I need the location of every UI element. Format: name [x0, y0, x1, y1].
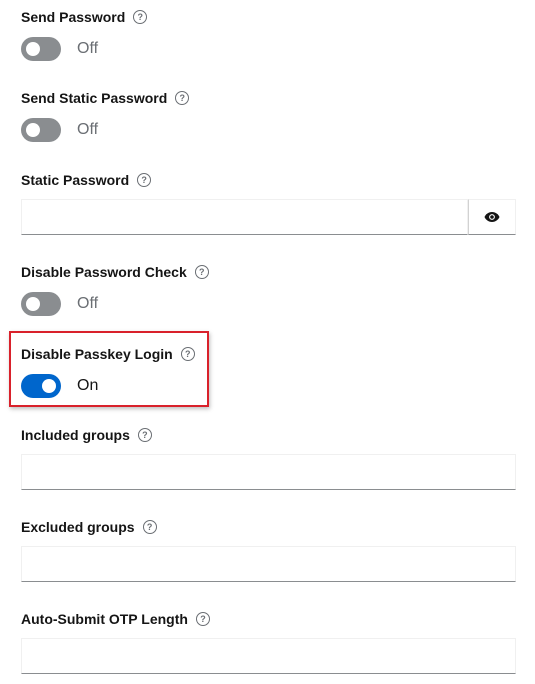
send-static-password-switch[interactable]: Off	[21, 118, 98, 142]
field-label-static-password: Static Password ?	[21, 170, 152, 190]
help-icon[interactable]: ?	[137, 173, 152, 187]
static-password-input-group	[21, 199, 516, 235]
field-label-included-groups: Included groups ?	[21, 425, 152, 445]
eye-icon	[484, 212, 500, 222]
switch-state-text: Off	[77, 295, 99, 312]
help-icon[interactable]: ?	[194, 265, 209, 279]
auto-submit-otp-length-input[interactable]	[21, 638, 516, 674]
help-icon[interactable]: ?	[142, 520, 157, 534]
switch-knob	[42, 379, 56, 393]
field-label-excluded-groups: Excluded groups ?	[21, 517, 157, 537]
field-label-auto-submit-otp-length: Auto-Submit OTP Length ?	[21, 609, 210, 629]
field-label-send-password: Send Password ?	[21, 7, 148, 27]
label-text: Auto-Submit OTP Length	[21, 611, 188, 627]
label-text: Send Password	[21, 9, 126, 25]
label-text: Static Password	[21, 172, 130, 188]
switch-toggle[interactable]	[21, 37, 61, 61]
disable-password-check-switch[interactable]: Off	[21, 292, 98, 316]
field-label-disable-password-check: Disable Password Check ?	[21, 262, 209, 282]
field-label-send-static-password: Send Static Password ?	[21, 88, 190, 108]
switch-knob	[26, 123, 40, 137]
help-icon[interactable]: ?	[195, 612, 210, 626]
switch-toggle[interactable]	[21, 292, 61, 316]
switch-knob	[26, 42, 40, 56]
switch-knob	[26, 297, 40, 311]
disable-passkey-login-switch[interactable]: On	[21, 374, 98, 398]
switch-state-text: Off	[77, 40, 99, 57]
excluded-groups-input[interactable]	[21, 546, 516, 582]
static-password-input[interactable]	[21, 199, 468, 235]
label-text: Disable Password Check	[21, 264, 187, 280]
included-groups-input[interactable]	[21, 454, 516, 490]
label-text: Excluded groups	[21, 519, 135, 535]
switch-toggle[interactable]	[21, 118, 61, 142]
label-text: Send Static Password	[21, 90, 168, 106]
send-password-switch[interactable]: Off	[21, 37, 98, 61]
switch-state-text: Off	[77, 121, 99, 138]
switch-toggle[interactable]	[21, 374, 61, 398]
field-label-disable-passkey-login: Disable Passkey Login ?	[21, 344, 195, 364]
help-icon[interactable]: ?	[175, 91, 190, 105]
switch-state-text: On	[77, 377, 99, 394]
label-text: Disable Passkey Login	[21, 346, 173, 362]
help-icon[interactable]: ?	[180, 347, 195, 361]
show-password-button[interactable]	[468, 199, 516, 235]
label-text: Included groups	[21, 427, 130, 443]
help-icon[interactable]: ?	[137, 428, 152, 442]
help-icon[interactable]: ?	[133, 10, 148, 24]
